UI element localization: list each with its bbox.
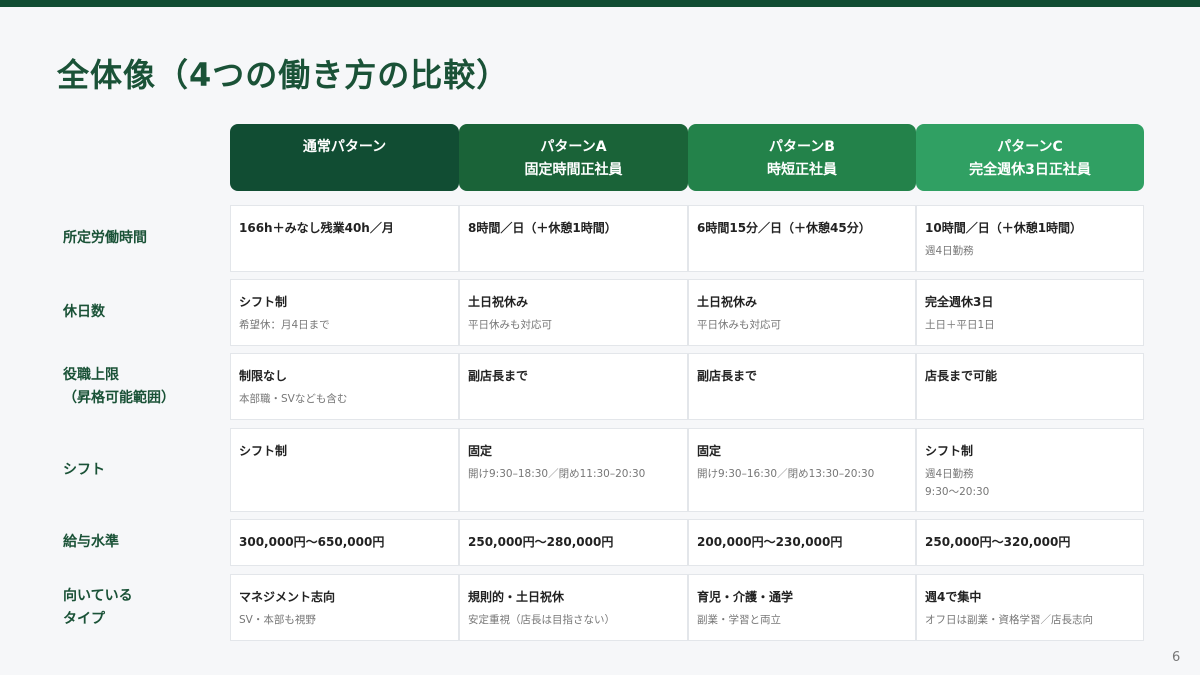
row-label: 給与水準 bbox=[63, 531, 119, 554]
table-cell: 規則的・土日祝休安定重視（店長は目指さない） bbox=[459, 574, 688, 641]
cell-main-text: シフト制 bbox=[239, 295, 288, 309]
column-header-subtitle: 完全週休3日正社員 bbox=[969, 162, 1091, 178]
cell-main-text: 店長まで可能 bbox=[925, 369, 998, 383]
cell-sub-text: 希望休：月4日まで bbox=[239, 319, 330, 331]
cell-main-text: 8時間／日（＋休憩1時間） bbox=[468, 221, 617, 235]
row-label: 所定労働時間 bbox=[63, 227, 147, 250]
row-label: 休日数 bbox=[63, 301, 105, 324]
column-header: 通常パターン bbox=[230, 124, 459, 191]
cell-main-text: 10時間／日（＋休憩1時間） bbox=[925, 221, 1083, 235]
cell-sub-text: 開け9:30–18:30／閉め11:30–20:30 bbox=[468, 468, 646, 480]
table-cell: シフト制週4日勤務 9:30〜20:30 bbox=[916, 428, 1144, 512]
table-cell: 固定開け9:30–18:30／閉め11:30–20:30 bbox=[459, 428, 688, 512]
table-cell: 166h＋みなし残業40h／月 bbox=[230, 205, 459, 272]
table-cell: 店長まで可能 bbox=[916, 353, 1144, 420]
table-cell: 土日祝休み平日休みも対応可 bbox=[688, 279, 916, 346]
cell-main-text: 固定 bbox=[697, 444, 722, 458]
table-cell: 固定開け9:30–16:30／閉め13:30–20:30 bbox=[688, 428, 916, 512]
row-label: 向いている タイプ bbox=[63, 585, 133, 631]
cell-sub-text: 本部職・SVなども含む bbox=[239, 393, 348, 405]
cell-main-text: 土日祝休み bbox=[697, 295, 758, 309]
cell-sub-text: 週4日勤務 bbox=[925, 245, 974, 257]
cell-sub-text: SV・本部も視野 bbox=[239, 614, 316, 626]
cell-sub-text: 平日休みも対応可 bbox=[468, 319, 552, 331]
table-cell: 10時間／日（＋休憩1時間） 週4日勤務 bbox=[916, 205, 1144, 272]
cell-main-text: 250,000円〜280,000円 bbox=[468, 535, 614, 549]
cell-main-text: 固定 bbox=[468, 444, 493, 458]
cell-main-text: シフト制 bbox=[925, 444, 974, 458]
column-header-title: パターンA bbox=[540, 139, 607, 155]
table-cell: マネジメント志向 SV・本部も視野 bbox=[230, 574, 459, 641]
cell-main-text: 育児・介護・通学 bbox=[697, 590, 794, 604]
table-cell: 250,000円〜280,000円 bbox=[459, 519, 688, 566]
table-cell: 副店長まで bbox=[459, 353, 688, 420]
table-cell: 250,000円〜320,000円 bbox=[916, 519, 1144, 566]
cell-main-text: 300,000円〜650,000円 bbox=[239, 535, 385, 549]
table-cell: 8時間／日（＋休憩1時間） bbox=[459, 205, 688, 272]
table-cell: 完全週休3日 土日＋平日1日 bbox=[916, 279, 1144, 346]
cell-main-text: 週4で集中 bbox=[925, 590, 982, 604]
row-label-line: 給与水準 bbox=[63, 534, 119, 550]
page-title: 全体像（4つの働き方の比較） bbox=[57, 56, 510, 94]
cell-main-text: 6時間15分／日（＋休憩45分） bbox=[697, 221, 871, 235]
cell-main-text: 166h＋みなし残業40h／月 bbox=[239, 221, 394, 235]
column-header-title: パターンC bbox=[997, 139, 1063, 155]
cell-sub-text: 副業・学習と両立 bbox=[697, 614, 781, 626]
column-header: パターンB 時短正社員 bbox=[688, 124, 916, 191]
row-label-line: （昇格可能範囲） bbox=[63, 389, 175, 406]
cell-main-text: マネジメント志向 bbox=[239, 590, 336, 604]
table-cell: 土日祝休み平日休みも対応可 bbox=[459, 279, 688, 346]
cell-sub-text: 週4日勤務 bbox=[925, 468, 974, 480]
column-header: パターンC 完全週休3日正社員 bbox=[916, 124, 1144, 191]
row-label-line: タイプ bbox=[63, 610, 105, 627]
cell-main-text: 土日祝休み bbox=[468, 295, 529, 309]
cell-main-text: 副店長まで bbox=[697, 369, 758, 383]
column-header-subtitle: 固定時間正社員 bbox=[524, 162, 623, 178]
cell-sub-text: オフ日は副業・資格学習／店長志向 bbox=[925, 614, 1093, 626]
row-label: 役職上限 （昇格可能範囲） bbox=[63, 364, 175, 410]
cell-main-text: 250,000円〜320,000円 bbox=[925, 535, 1071, 549]
table-cell: 6時間15分／日（＋休憩45分） bbox=[688, 205, 916, 272]
table-cell: 制限なし本部職・SVなども含む bbox=[230, 353, 459, 420]
column-header-subtitle: 時短正社員 bbox=[767, 162, 837, 178]
top-accent-bar bbox=[0, 0, 1200, 7]
cell-main-text: 200,000円〜230,000円 bbox=[697, 535, 843, 549]
cell-main-text: シフト制 bbox=[239, 444, 288, 458]
table-cell: 200,000円〜230,000円 bbox=[688, 519, 916, 566]
row-label: シフト bbox=[63, 459, 105, 482]
table-cell: 300,000円〜650,000円 bbox=[230, 519, 459, 566]
column-header-title: パターンB bbox=[769, 139, 835, 155]
cell-sub-text: 9:30〜20:30 bbox=[925, 486, 990, 498]
cell-sub-text: 安定重視（店長は目指さない） bbox=[468, 614, 615, 626]
cell-main-text: 副店長まで bbox=[468, 369, 529, 383]
row-label-line: シフト bbox=[63, 461, 105, 478]
cell-sub-text: 開け9:30–16:30／閉め13:30–20:30 bbox=[697, 468, 875, 480]
cell-main-text: 制限なし bbox=[239, 369, 288, 383]
cell-sub-text: 平日休みも対応可 bbox=[697, 319, 781, 331]
page-number: 6 bbox=[1172, 650, 1181, 665]
row-label-line: 向いている bbox=[63, 587, 133, 604]
table-cell: シフト制希望休：月4日まで bbox=[230, 279, 459, 346]
table-cell: 副店長まで bbox=[688, 353, 916, 420]
cell-main-text: 完全週休3日 bbox=[925, 295, 994, 309]
column-header-title: 通常パターン bbox=[302, 139, 387, 155]
table-cell: シフト制 bbox=[230, 428, 459, 512]
cell-main-text: 規則的・土日祝休 bbox=[468, 590, 565, 604]
row-label-line: 休日数 bbox=[63, 304, 105, 320]
table-cell: 育児・介護・通学 副業・学習と両立 bbox=[688, 574, 916, 641]
table-cell: 週4で集中オフ日は副業・資格学習／店長志向 bbox=[916, 574, 1144, 641]
row-label-line: 所定労働時間 bbox=[63, 230, 147, 246]
column-header: パターンA 固定時間正社員 bbox=[459, 124, 688, 191]
row-label-line: 役職上限 bbox=[63, 366, 119, 383]
cell-sub-text: 土日＋平日1日 bbox=[925, 319, 995, 331]
